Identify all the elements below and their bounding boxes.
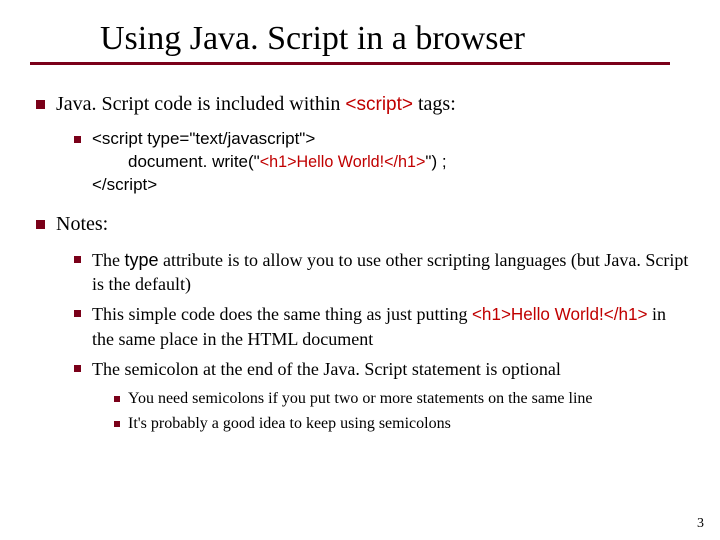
code-close-tag: </script> (92, 175, 157, 194)
note-type-after: attribute is to allow you to use other s… (92, 250, 688, 294)
intro-text-before: Java. Script code is included within (56, 93, 345, 115)
code-body-prefix: document. write(" (128, 152, 260, 171)
note-type-attr: The type attribute is to allow you to us… (70, 248, 690, 297)
note-simple-before: This simple code does the same thing as … (92, 304, 472, 324)
note-type-code: type (124, 250, 158, 270)
note-semicolon-sub1: You need semicolons if you put two or mo… (110, 389, 690, 410)
code-example: <script type="text/javascript"> document… (70, 128, 690, 197)
intro-code: <script> (345, 94, 413, 115)
page-number: 3 (697, 516, 704, 532)
slide-title: Using Java. Script in a browser (100, 20, 690, 62)
note-type-before: The (92, 250, 124, 270)
note-semicolon: The semicolon at the end of the Java. Sc… (70, 357, 690, 435)
code-body-html: <h1>Hello World!</h1> (260, 153, 426, 171)
code-block: <script type="text/javascript"> document… (92, 128, 690, 197)
note-simple-code: This simple code does the same thing as … (70, 302, 690, 351)
note-simple-code-span: <h1>Hello World!</h1> (472, 305, 648, 324)
semicolon-sublist: You need semicolons if you put two or mo… (110, 389, 690, 435)
bullet-notes: Notes: The type attribute is to allow yo… (30, 211, 690, 435)
code-body-suffix: ") ; (425, 152, 446, 171)
code-example-list: <script type="text/javascript"> document… (70, 128, 690, 197)
notes-list: The type attribute is to allow you to us… (70, 248, 690, 435)
code-open-tag: <script type="text/javascript"> (92, 129, 315, 148)
title-wrap: Using Java. Script in a browser (30, 20, 690, 62)
content-list: Java. Script code is included within <sc… (30, 91, 690, 435)
note-semicolon-text: The semicolon at the end of the Java. Sc… (92, 359, 561, 379)
slide: Using Java. Script in a browser Java. Sc… (0, 0, 720, 540)
note-semicolon-sub2: It's probably a good idea to keep using … (110, 414, 690, 435)
code-body-line: document. write("<h1>Hello World!</h1>")… (92, 151, 690, 174)
intro-text-after: tags: (413, 93, 456, 115)
notes-label: Notes: (56, 213, 108, 235)
title-underline (30, 62, 670, 65)
bullet-intro: Java. Script code is included within <sc… (30, 91, 690, 197)
